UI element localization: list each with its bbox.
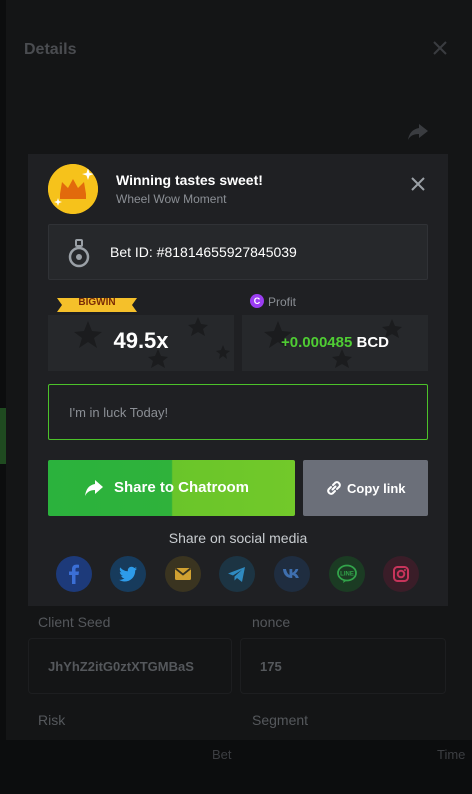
profit-card: +0.000485 BCD	[242, 315, 428, 371]
line-share-button[interactable]: LINE	[329, 556, 365, 592]
client-seed-value: JhYhZ2itG0ztXTGMBaS	[48, 659, 194, 674]
copy-link-label: Copy link	[347, 481, 406, 496]
modal-title: Winning tastes sweet!	[116, 172, 263, 188]
modal-subtitle: Wheel Wow Moment	[116, 192, 227, 206]
copy-link-button[interactable]: Copy link	[303, 460, 428, 516]
footer-time-label: Time	[437, 747, 466, 762]
telegram-share-button[interactable]	[219, 556, 255, 592]
background-share-icon[interactable]	[406, 120, 430, 144]
share-modal: Winning tastes sweet! Wheel Wow Moment B…	[28, 154, 448, 606]
social-media-title: Share on social media	[168, 530, 308, 546]
dice-icon	[68, 239, 90, 268]
segment-label: Segment	[252, 712, 309, 728]
bet-id-row: Bet ID: #81814655927845039	[48, 224, 428, 280]
profit-value: +0.000485 BCD	[242, 334, 428, 351]
risk-label: Risk	[38, 712, 66, 728]
link-icon	[327, 481, 341, 495]
client-seed-field: JhYhZ2itG0ztXTGMBaS	[28, 638, 232, 694]
client-seed-label: Client Seed	[38, 614, 111, 630]
profit-amount: +0.000485	[281, 334, 353, 351]
instagram-icon	[393, 566, 409, 582]
nonce-field: 175	[240, 638, 446, 694]
currency-coin-icon: C	[250, 294, 264, 308]
instagram-share-button[interactable]	[383, 556, 419, 592]
nonce-label: nonce	[252, 614, 291, 630]
facebook-share-button[interactable]	[56, 556, 92, 592]
multiplier-value: 49.5x	[113, 328, 169, 353]
svg-text:LINE: LINE	[340, 572, 354, 578]
nonce-value: 175	[260, 659, 282, 674]
details-title: Details	[24, 41, 77, 58]
share-to-chatroom-button[interactable]: Share to Chatroom	[48, 460, 295, 516]
crown-avatar-icon	[48, 164, 98, 214]
bet-id-text: Bet ID: #81814655927845039	[110, 244, 297, 260]
facebook-icon	[69, 564, 79, 584]
modal-close-icon[interactable]	[410, 176, 426, 192]
twitter-icon	[119, 566, 137, 582]
share-message-input[interactable]	[48, 384, 428, 440]
details-close-icon[interactable]	[430, 38, 450, 58]
twitter-share-button[interactable]	[110, 556, 146, 592]
line-icon: LINE	[337, 564, 357, 583]
email-icon	[174, 567, 192, 580]
background-green-button-edge	[0, 408, 6, 464]
multiplier-card: 49.5x	[48, 315, 234, 371]
bigwin-badge-text: BIGWIN	[78, 297, 116, 308]
vk-share-button[interactable]	[274, 556, 310, 592]
share-arrow-icon	[85, 480, 103, 496]
vk-icon	[283, 569, 299, 578]
telegram-icon	[228, 567, 245, 582]
background-bottom-strip	[0, 740, 472, 794]
profit-label: Profit	[268, 295, 297, 309]
share-to-chatroom-label: Share to Chatroom	[114, 479, 250, 496]
profit-currency: BCD	[356, 334, 390, 351]
email-share-button[interactable]	[165, 556, 201, 592]
footer-bet-label: Bet	[212, 747, 232, 762]
